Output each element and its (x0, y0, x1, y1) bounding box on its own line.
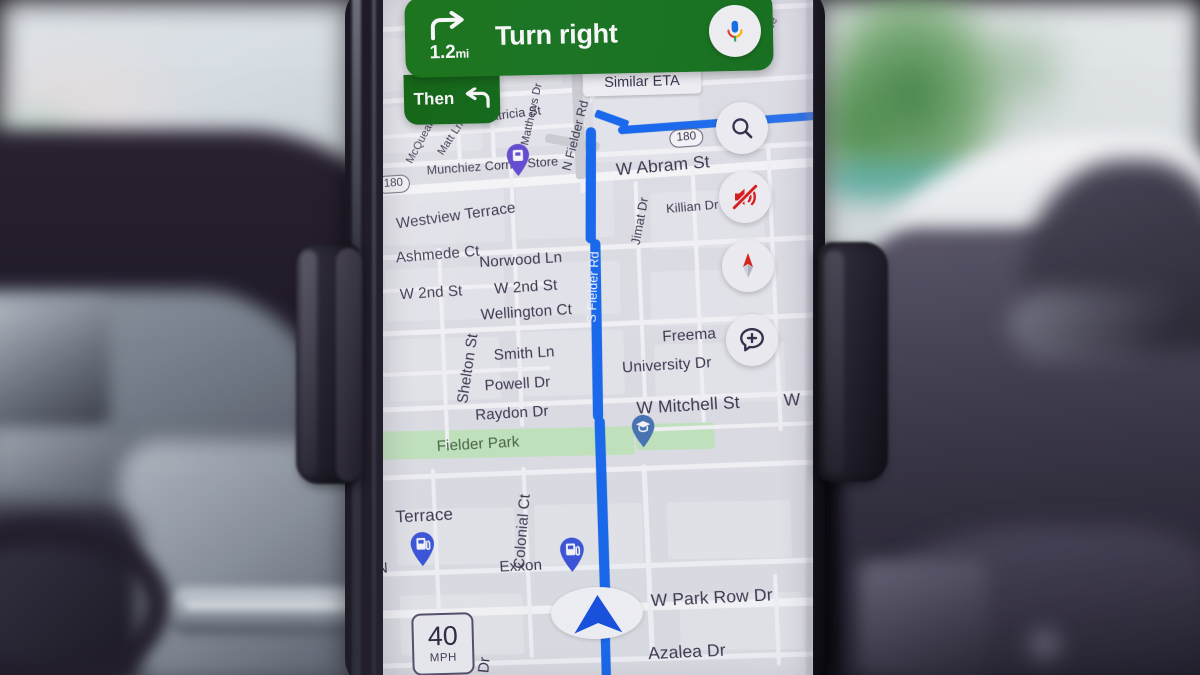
speed-limit-unit: MPH (429, 651, 458, 665)
highway-shield-180-right: 180 (668, 127, 704, 148)
compass-north-icon (743, 253, 753, 278)
mute-button[interactable] (719, 171, 771, 223)
turn-left-arrow-icon (466, 87, 491, 108)
volume-muted-icon (731, 183, 759, 211)
gas-station-pin-icon-west[interactable] (408, 531, 435, 567)
dashboard-right-detail (1020, 620, 1070, 668)
tree-foliage-blur-3 (960, 10, 1080, 130)
phone-mount-arm-left-inner (336, 248, 362, 482)
turn-right-arrow-icon (430, 10, 464, 40)
phone-left-bezel (372, 0, 376, 675)
add-report-icon (740, 327, 764, 352)
phone-mount-arm-left-highlight (300, 250, 317, 476)
route-segment-fielder-upper (585, 127, 597, 244)
similar-eta-label: Similar ETA (604, 72, 680, 92)
distance-to-maneuver: 1.2mi (429, 41, 469, 64)
label-azalea-dr: Azalea Dr (647, 640, 727, 664)
school-pin-icon[interactable] (630, 414, 658, 449)
phone-mount-arm-right-highlight (824, 250, 844, 474)
navigation-instruction-card[interactable]: 1.2mi Turn right (404, 0, 774, 78)
then-maneuver-card[interactable]: Then (403, 73, 501, 125)
then-label: Then (413, 88, 455, 109)
voice-command-button[interactable] (708, 4, 762, 58)
label-s-dr: s Dr (474, 656, 494, 675)
report-button[interactable] (726, 314, 778, 366)
instruction-text: Turn right (494, 17, 618, 51)
google-microphone-icon (727, 20, 743, 42)
photo-scene: Del Mar Ln gia St McQueary St Matt Ln Pa… (0, 0, 1200, 675)
search-icon (732, 118, 753, 139)
distance-value: 1.2 (429, 41, 456, 63)
label-terrace-lower: Terrace (395, 504, 454, 527)
distance-unit: mi (455, 46, 470, 61)
store-pin-icon[interactable] (504, 142, 531, 177)
dashboard-right-highlight (1010, 290, 1200, 360)
dashboard-air-vent (0, 300, 110, 430)
label-smith-ln: Smith Ln (493, 343, 556, 364)
dashboard-storage-slot (165, 588, 375, 634)
speed-limit-sign: 40 MPH (411, 612, 475, 675)
compass-button[interactable] (722, 240, 774, 292)
dashboard-storage-slot-highlight (185, 600, 360, 610)
navigation-chevron-icon (569, 592, 626, 642)
gas-station-pin-icon-exxon[interactable] (557, 536, 585, 572)
dashboard-right-vent (858, 560, 988, 675)
phone-right-bezel (806, 0, 813, 675)
dashboard-air-vent-lower (0, 430, 120, 490)
label-w-right-edge: W (783, 389, 801, 410)
search-button[interactable] (716, 102, 768, 154)
maneuver-block: 1.2mi (412, 10, 485, 64)
label-exxon: Exxon (498, 556, 543, 576)
speed-limit-value: 40 (427, 620, 459, 652)
label-freeman: Freema (661, 324, 717, 346)
